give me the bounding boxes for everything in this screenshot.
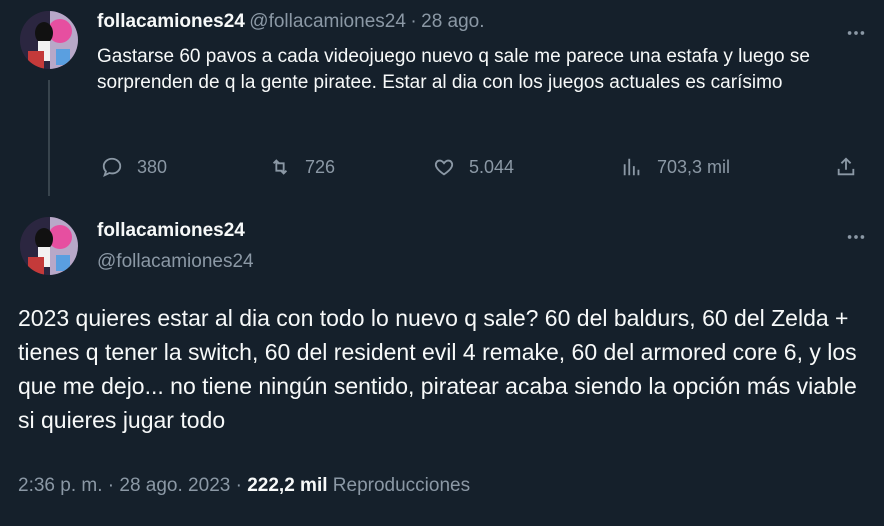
views-icon [623,158,640,176]
views-button[interactable]: 703,3 mil [621,150,730,184]
tweet-time[interactable]: 2:36 p. m. [18,475,103,496]
avatar-image [20,11,78,69]
display-name[interactable]: follacamiones24 [97,220,245,242]
separator: · [107,475,115,496]
tweet-date[interactable]: 28 ago. 2023 [119,475,230,496]
username[interactable]: @follacamiones24 [97,251,254,273]
avatar[interactable] [20,11,78,69]
view-count: 703,3 mil [657,156,731,177]
share-button[interactable] [835,150,857,184]
more-icon[interactable] [845,226,867,248]
views-label: Reproducciones [332,475,471,496]
action-bar: 380 726 5.044 703,3 mil [97,150,867,184]
share-icon [837,157,855,176]
like-icon [434,159,454,176]
like-button[interactable]: 5.044 [433,150,514,184]
avatar-image [20,217,78,275]
thread-line [48,80,50,196]
reply-icon [102,157,122,178]
more-icon[interactable] [845,22,867,44]
retweet-count: 726 [305,156,336,177]
reply-count: 380 [137,156,168,177]
tweet-text: 2023 quieres estar al dia con todo lo nu… [18,305,857,433]
view-count: 222,2 mil [247,475,328,496]
reply-button[interactable]: 380 [101,150,167,184]
retweet-button[interactable]: 726 [269,150,335,184]
tweet1-header: follacamiones24 @follacamiones24 · 28 ag… [97,11,485,33]
avatar[interactable] [20,217,78,275]
tweet-date[interactable]: 28 ago. [421,11,484,32]
display-name[interactable]: follacamiones24 [97,11,245,32]
tweet-text: Gastarse 60 pavos a cada videojuego nuev… [97,46,810,93]
tweet-meta: 2:36 p. m. · 28 ago. 2023 · 222,2 mil Re… [18,475,470,497]
separator: · [235,475,242,496]
username[interactable]: @follacamiones24 [249,11,406,32]
separator: · [410,11,417,32]
retweet-icon [272,159,288,175]
like-count: 5.044 [469,156,515,177]
